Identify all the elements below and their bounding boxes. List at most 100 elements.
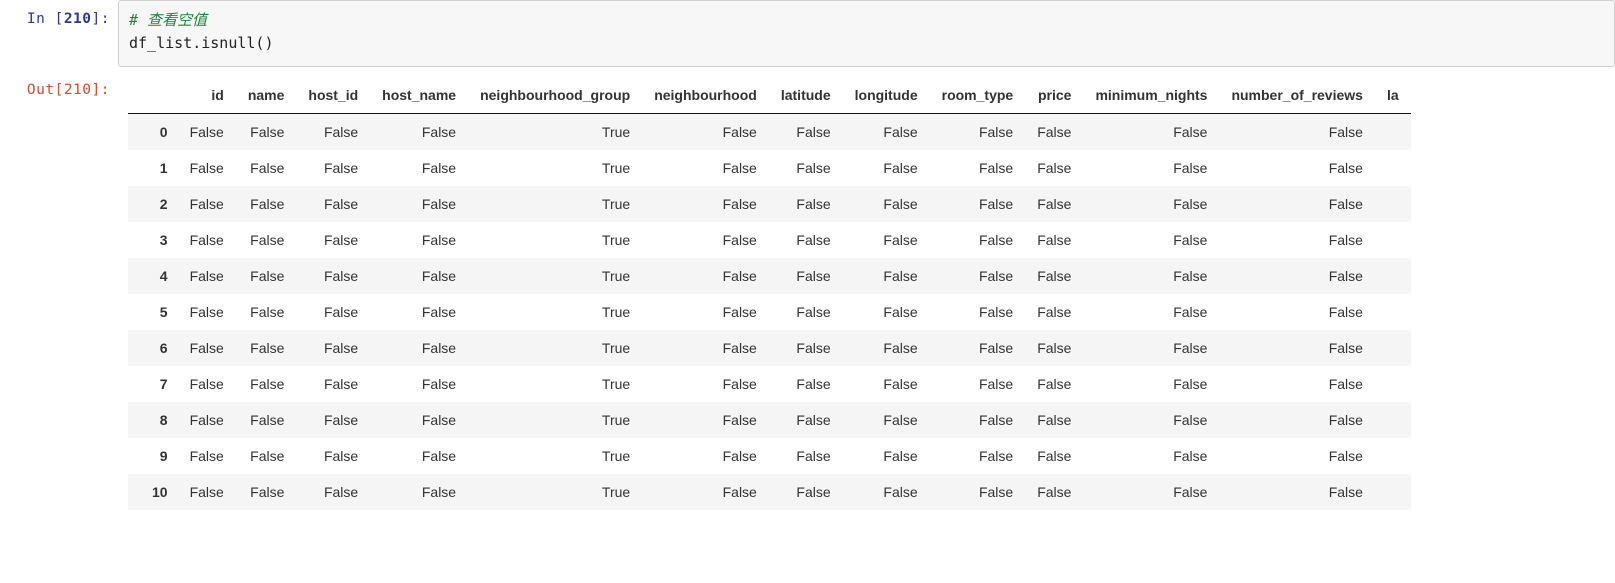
table-row: 5FalseFalseFalseFalseTrueFalseFalseFalse…	[128, 294, 1411, 330]
cell-value: False	[930, 186, 1026, 222]
cell-value: False	[1025, 150, 1083, 186]
cell-value	[1375, 366, 1411, 402]
cell-value: False	[843, 330, 930, 366]
cell-value: False	[236, 186, 297, 222]
row-index: 4	[128, 258, 178, 294]
cell-value: False	[370, 474, 468, 510]
cell-value: False	[178, 150, 236, 186]
cell-value: False	[296, 258, 370, 294]
cell-value: False	[1025, 186, 1083, 222]
column-header: number_of_reviews	[1219, 77, 1375, 114]
table-row: 9FalseFalseFalseFalseTrueFalseFalseFalse…	[128, 438, 1411, 474]
cell-value: False	[370, 330, 468, 366]
cell-value: False	[370, 186, 468, 222]
row-index: 6	[128, 330, 178, 366]
cell-value: False	[930, 222, 1026, 258]
row-index: 2	[128, 186, 178, 222]
cell-value: False	[1219, 330, 1375, 366]
cell-value: False	[1083, 186, 1219, 222]
cell-value: False	[769, 258, 843, 294]
cell-value: False	[236, 258, 297, 294]
cell-value: False	[296, 402, 370, 438]
cell-value: False	[1219, 474, 1375, 510]
cell-value: False	[1219, 150, 1375, 186]
cell-value: True	[468, 474, 642, 510]
cell-value: False	[296, 150, 370, 186]
cell-value: False	[642, 402, 769, 438]
cell-value: False	[1083, 330, 1219, 366]
cell-value: False	[930, 402, 1026, 438]
table-row: 7FalseFalseFalseFalseTrueFalseFalseFalse…	[128, 366, 1411, 402]
cell-value	[1375, 150, 1411, 186]
cell-value: False	[1083, 438, 1219, 474]
cell-value: False	[370, 113, 468, 150]
cell-value: False	[296, 438, 370, 474]
column-header: neighbourhood	[642, 77, 769, 114]
cell-value: False	[178, 366, 236, 402]
table-row: 4FalseFalseFalseFalseTrueFalseFalseFalse…	[128, 258, 1411, 294]
column-header: minimum_nights	[1083, 77, 1219, 114]
cell-value: False	[930, 113, 1026, 150]
cell-value	[1375, 474, 1411, 510]
cell-value: False	[1025, 258, 1083, 294]
cell-value: False	[1025, 294, 1083, 330]
dataframe-header-row: idnamehost_idhost_nameneighbourhood_grou…	[128, 77, 1411, 114]
cell-value: False	[236, 474, 297, 510]
in-exec-count: 210	[64, 11, 92, 27]
cell-value: False	[769, 474, 843, 510]
in-label: In	[27, 11, 55, 27]
cell-value: False	[296, 222, 370, 258]
cell-value: False	[178, 113, 236, 150]
cell-value: False	[642, 366, 769, 402]
cell-value: False	[769, 330, 843, 366]
cell-value: True	[468, 150, 642, 186]
dataframe-body: 0FalseFalseFalseFalseTrueFalseFalseFalse…	[128, 113, 1411, 510]
cell-value: False	[769, 366, 843, 402]
code-line-call: df_list.isnull()	[129, 32, 1604, 55]
cell-value: False	[843, 258, 930, 294]
dataframe-table: idnamehost_idhost_nameneighbourhood_grou…	[128, 77, 1411, 510]
table-row: 6FalseFalseFalseFalseTrueFalseFalseFalse…	[128, 330, 1411, 366]
row-index: 0	[128, 113, 178, 150]
cell-value: False	[1219, 186, 1375, 222]
dataframe-corner	[128, 77, 178, 114]
cell-value: False	[296, 186, 370, 222]
cell-value: False	[1219, 222, 1375, 258]
cell-value: False	[1025, 222, 1083, 258]
cell-value: False	[930, 330, 1026, 366]
cell-value: False	[642, 474, 769, 510]
input-prompt: In [210]:	[0, 0, 118, 28]
cell-value: False	[1083, 222, 1219, 258]
code-input[interactable]: # 查看空值 df_list.isnull()	[118, 0, 1615, 67]
row-index: 5	[128, 294, 178, 330]
cell-value: False	[370, 222, 468, 258]
output-cell: Out[210]: idnamehost_idhost_nameneighbou…	[0, 71, 1615, 510]
cell-value: False	[769, 294, 843, 330]
cell-value: False	[843, 113, 930, 150]
cell-value: False	[642, 330, 769, 366]
cell-value: False	[642, 186, 769, 222]
cell-value: False	[769, 438, 843, 474]
cell-value	[1375, 402, 1411, 438]
cell-value: False	[642, 222, 769, 258]
cell-value: False	[370, 438, 468, 474]
cell-value: False	[1025, 113, 1083, 150]
cell-value: False	[296, 366, 370, 402]
cell-value: False	[178, 186, 236, 222]
cell-value: False	[236, 150, 297, 186]
cell-value: False	[843, 150, 930, 186]
cell-value: False	[370, 258, 468, 294]
cell-value: False	[178, 258, 236, 294]
column-header: price	[1025, 77, 1083, 114]
code-line-comment: # 查看空值	[129, 9, 1604, 32]
cell-value	[1375, 294, 1411, 330]
cell-value: False	[1083, 258, 1219, 294]
cell-value: False	[370, 294, 468, 330]
cell-value: False	[843, 474, 930, 510]
cell-value: False	[642, 438, 769, 474]
cell-value: False	[178, 474, 236, 510]
cell-value: False	[1083, 294, 1219, 330]
cell-value	[1375, 438, 1411, 474]
row-index: 3	[128, 222, 178, 258]
cell-value: False	[236, 402, 297, 438]
